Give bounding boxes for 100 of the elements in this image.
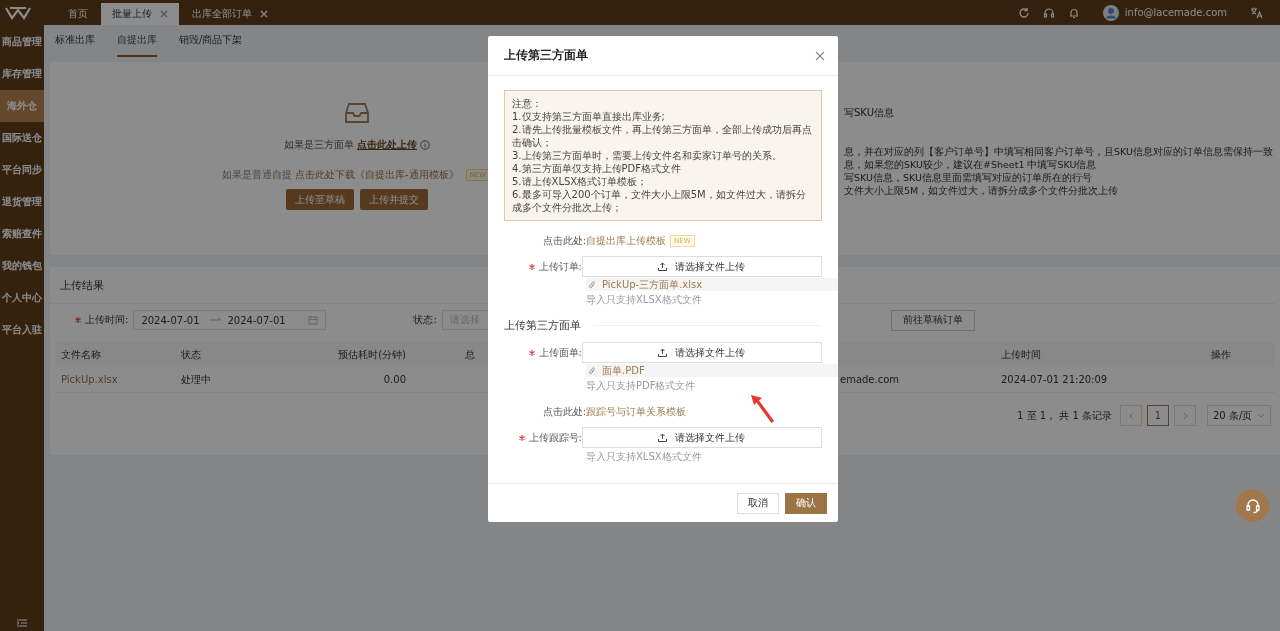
notice-text: 1.仅支持第三方面单直接出库业务;	[512, 110, 666, 123]
sidebar-item[interactable]: 海外仓	[0, 90, 44, 122]
user-email[interactable]: info@lacemade.com	[1124, 7, 1227, 18]
file-upload-button[interactable]: 请选择文件上传	[581, 342, 822, 363]
confirm-button[interactable]: 确认	[785, 492, 827, 514]
paperclip-icon	[588, 279, 596, 290]
prompt-text: 如果是三方面单	[284, 138, 354, 152]
start-date: 2024-07-01	[141, 314, 200, 326]
upload-icon	[658, 262, 668, 271]
support-icon	[1244, 497, 1261, 514]
field-label: 上传面单:	[538, 345, 582, 360]
sidebar-item[interactable]: 退货管理	[0, 186, 44, 218]
notice-text: 4.第三方面单仅支持上传PDF格式文件	[512, 162, 683, 175]
field-label: 上传跟踪号:	[528, 430, 582, 445]
sidebar-item[interactable]: 商品管理	[0, 26, 44, 58]
template-link[interactable]: 跟踪号与订单关系模板	[586, 404, 686, 419]
tab-label: 出库全部订单	[192, 7, 252, 21]
headset-icon[interactable]	[1042, 6, 1055, 19]
tab-label: 批量上传	[112, 7, 152, 21]
column-header: 总	[464, 347, 476, 362]
sub-tab[interactable]: 自提出库	[117, 25, 157, 57]
arrow-icon	[209, 317, 222, 323]
column-header: 状态	[180, 347, 202, 362]
cancel-button[interactable]: 取消	[737, 492, 779, 514]
upload-icon	[658, 433, 668, 442]
column-header: 文件名称	[60, 347, 102, 362]
tab-label: 首页	[68, 7, 88, 21]
instruction-text: 文件大小上限5M，如文件过大，请拆分成多个文件分批次上传	[844, 184, 1120, 197]
instruction-text: 息，如果您的SKU较少，建议在#Sheet1 中填写SKU信息	[844, 158, 1098, 171]
section-title: 写SKU信息	[844, 106, 895, 120]
section-title: 上传第三方面单	[504, 318, 581, 333]
page-size-select[interactable]: 20 条/页	[1207, 405, 1271, 426]
file-link[interactable]: PickUp.xlsx	[55, 374, 175, 385]
notice-text: 6.最多可导入200个订单，文件大小上限5M，如文件过大，请拆分成多个文件分批次上传；	[512, 188, 807, 214]
close-icon[interactable]	[160, 10, 168, 18]
avatar-icon[interactable]	[1102, 4, 1119, 21]
inbox-icon	[345, 102, 369, 124]
download-link[interactable]: 点击此处下载《自提出库-通用模板》	[295, 168, 459, 182]
notice-text: 5.请上传XLSX格式订单模板；	[512, 175, 649, 188]
page-tab[interactable]: 首页	[57, 3, 99, 25]
page-tab[interactable]: 出库全部订单	[181, 3, 279, 25]
draft-orders-button[interactable]: 前往草稿订单	[890, 309, 975, 331]
field-label: 点击此处:	[542, 404, 586, 419]
instruction-text: 写SKU信息，SKU信息里面需填写对应的订单所在的行号	[844, 171, 1093, 184]
calendar-icon	[308, 315, 319, 325]
logo-icon	[5, 5, 31, 20]
paperclip-icon	[588, 365, 596, 376]
table-cell-text: 0.00	[382, 374, 407, 385]
date-range-field[interactable]: 2024-07-01 2024-07-01	[133, 310, 327, 330]
notice-text: 2.请先上传批量模板文件，再上传第三方面单，全部上传成功后再点击确认；	[512, 123, 813, 149]
format-hint: 导入只支持XLSX格式文件	[586, 450, 703, 463]
table-cell-text: emade.com	[839, 374, 901, 385]
notice-text: 注意：	[512, 97, 543, 110]
field-label: 点击此处:	[542, 233, 586, 248]
chevron-down-icon	[1257, 413, 1265, 418]
template-link[interactable]: 自提出库上传模板	[586, 233, 666, 248]
sub-tab[interactable]: 标准出库	[55, 25, 95, 57]
translate-icon[interactable]	[1250, 6, 1263, 19]
sidebar-item[interactable]: 国际送仓	[0, 122, 44, 154]
sidebar-item[interactable]: 平台入驻	[0, 314, 44, 346]
format-hint: 导入只支持XLSX格式文件	[586, 293, 703, 306]
field-label: 上传时间:	[85, 313, 129, 327]
record-count: 1 至 1， 共 1 条记录	[1017, 408, 1112, 423]
notice-text: 3.上传第三方面单时，需要上传文件名和卖家订单号的关系。	[512, 149, 783, 162]
table-cell-text: 2024-07-01 21:20:09	[1000, 374, 1109, 385]
file-name: 面单.PDF	[602, 363, 645, 378]
info-icon[interactable]	[420, 140, 430, 150]
upload-link[interactable]: 点击此处上传	[357, 138, 417, 152]
column-header: 上传时间	[1000, 347, 1042, 362]
page-tab[interactable]: 批量上传	[101, 3, 179, 25]
pointer-arrow	[750, 394, 776, 424]
refresh-icon[interactable]	[1017, 6, 1030, 19]
field-label: 状态:	[413, 313, 437, 327]
chevron-left-icon	[1128, 411, 1134, 420]
close-icon[interactable]	[815, 50, 825, 61]
sidebar-item[interactable]: 索赔查件	[0, 218, 44, 250]
menu-icon[interactable]	[17, 619, 27, 627]
upload-button[interactable]: 上传并提交	[360, 189, 428, 210]
table-cell-text: 处理中	[180, 372, 212, 387]
page-button[interactable]: 1	[1147, 405, 1169, 426]
uploaded-file[interactable]: PickUp-三方面单.xlsx	[586, 278, 838, 291]
column-header: 操作	[1210, 347, 1232, 362]
end-date: 2024-07-01	[227, 314, 286, 326]
uploaded-file[interactable]: 面单.PDF	[586, 364, 838, 377]
sidebar-item[interactable]: 个人中心	[0, 282, 44, 314]
dialog-title: 上传第三方面单	[504, 48, 588, 63]
sub-tab[interactable]: 销毁/商品下架	[179, 25, 243, 57]
file-upload-button[interactable]: 请选择文件上传	[581, 427, 822, 448]
sidebar-item[interactable]: 平台同步	[0, 154, 44, 186]
format-hint: 导入只支持PDF格式文件	[586, 379, 697, 392]
upload-icon	[658, 348, 668, 357]
chevron-right-icon	[1182, 411, 1188, 420]
sidebar-item[interactable]: 我的钱包	[0, 250, 44, 282]
sidebar-item[interactable]: 库存管理	[0, 58, 44, 90]
file-name: PickUp-三方面单.xlsx	[602, 277, 703, 292]
column-header: 预估耗时(分钟)	[337, 347, 407, 362]
instruction-text: 息，并在对应的列【客户订单号】中填写相同客户订单号，且SKU信息对应的订单信息需保持一致	[844, 145, 1273, 158]
upload-button[interactable]: 上传至草稿	[286, 189, 354, 210]
file-upload-button[interactable]: 请选择文件上传	[581, 256, 822, 277]
bell-icon[interactable]	[1067, 6, 1080, 19]
